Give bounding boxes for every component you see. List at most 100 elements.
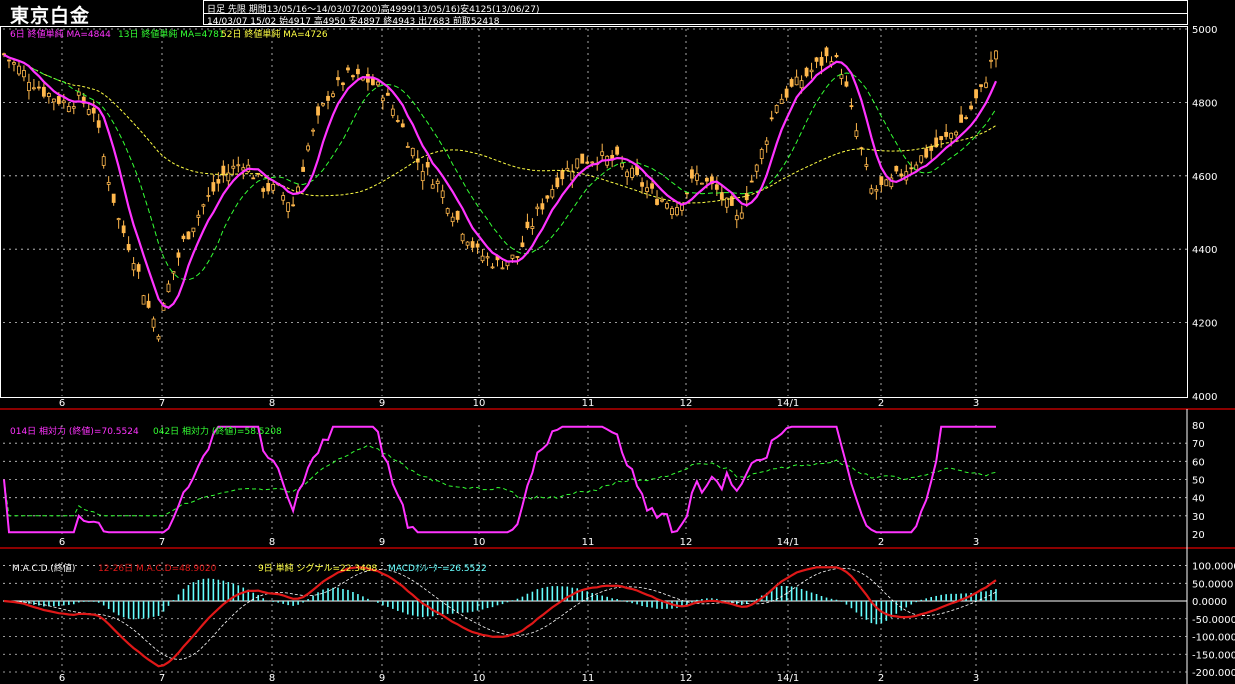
candle-body	[959, 114, 964, 123]
candle-body	[924, 148, 929, 158]
candle-body	[665, 203, 669, 209]
candle-body	[17, 65, 21, 75]
candle-body	[734, 215, 739, 221]
candle-body	[375, 81, 380, 86]
rsi42-line	[3, 444, 997, 517]
rsi14-line	[3, 425, 996, 534]
candle-body	[450, 216, 455, 223]
candle-body	[196, 214, 201, 218]
candle-body	[166, 283, 171, 293]
candle-body	[974, 89, 978, 99]
candle-body	[764, 140, 769, 145]
candle-body	[625, 171, 630, 177]
macd-y-tick: 100.0000	[1192, 562, 1235, 573]
candle-body	[515, 256, 520, 258]
candle-body	[221, 165, 226, 176]
macd-legend-item: 9日 単純 シグナル=22.3498	[258, 562, 377, 574]
rsi-y-tick: 20	[1192, 530, 1205, 541]
candle-body	[879, 176, 884, 186]
candle-body	[390, 108, 395, 116]
candle-body	[874, 189, 879, 192]
price-x-label: 14/1	[777, 398, 799, 409]
candle-body	[475, 243, 480, 248]
candle-body	[759, 149, 764, 159]
rsi-y-tick: 40	[1192, 494, 1205, 505]
chart-area[interactable]: 5000 4800 4600 4400 4200 4000 6 7 8 9 10 11 12 14/1 2 3…	[0, 26, 1235, 684]
price-y-tick: 4800	[1192, 98, 1217, 109]
price-x-label: 8	[269, 398, 275, 409]
macd-y-tick: -100.0000	[1192, 633, 1235, 644]
candle-body	[525, 221, 530, 229]
candle-body	[106, 182, 111, 185]
macd-x-label: 9	[379, 673, 385, 684]
candle-body	[301, 166, 305, 172]
macd-x-label: 2	[878, 673, 884, 684]
macd-x-label: 6	[59, 673, 65, 684]
price-x-label: 3	[973, 398, 979, 409]
candle-body	[306, 145, 310, 151]
candle-body	[111, 193, 116, 203]
candle-body	[590, 161, 595, 164]
candle-body	[36, 86, 41, 89]
candle-body	[640, 182, 644, 187]
candle-body	[32, 87, 36, 90]
price-legend-item: 6日 終値単純 MA=4844	[10, 28, 111, 40]
candle-body	[241, 167, 246, 171]
candle-body	[191, 227, 196, 233]
candle-body	[839, 74, 844, 79]
candle-body	[899, 173, 904, 177]
candle-body	[859, 147, 864, 150]
candle-body	[281, 195, 286, 201]
candle-body	[440, 190, 445, 198]
candle-body	[834, 55, 839, 58]
candle-body	[27, 81, 31, 92]
price-legend-item: 13日 終値単純 MA=4781	[118, 28, 225, 40]
rsi-x-label: 10	[473, 537, 486, 548]
candle-body	[729, 196, 734, 206]
candle-body	[51, 98, 56, 103]
macd-y-tick: -150.0000	[1192, 650, 1235, 661]
candle-body	[201, 204, 206, 207]
candle-body	[799, 80, 804, 89]
candle-body	[600, 151, 605, 156]
candle-body	[336, 77, 340, 81]
header: 東京白金 日足 先限 期間13/05/16～14/03/07(200)高4999…	[0, 0, 1235, 27]
candle-body	[565, 167, 570, 171]
candle-body	[470, 241, 475, 248]
candle-body	[984, 82, 988, 88]
candle-body	[585, 161, 590, 164]
candle-body	[774, 105, 779, 113]
candle-body	[455, 210, 460, 220]
candle-body	[356, 68, 360, 75]
candle-body	[655, 198, 659, 205]
candle-body	[405, 146, 410, 148]
price-x-label: 6	[59, 398, 65, 409]
candle-body	[490, 266, 495, 269]
candle-body	[824, 47, 829, 57]
price-x-label: 10	[473, 398, 486, 409]
candle-body	[385, 92, 390, 96]
candle-body	[12, 62, 16, 65]
price-y-tick: 4200	[1192, 319, 1217, 330]
price-x-label: 2	[878, 398, 884, 409]
candle-body	[545, 195, 550, 199]
price-x-label: 12	[680, 398, 693, 409]
candle-body	[949, 132, 954, 139]
candle-body	[520, 242, 525, 247]
candle-body	[714, 184, 719, 190]
candle-body	[420, 171, 425, 182]
macd-legend-item: MACDｵｼﾚｰﾀｰ=26.5522	[388, 563, 487, 574]
rsi-legend-item: 014日 相対力 (終値)=70.5524	[10, 425, 139, 437]
candle-body	[346, 67, 350, 71]
candle-body	[954, 131, 959, 136]
candle-body	[864, 164, 869, 167]
candle-body	[620, 162, 625, 168]
candle-body	[784, 88, 789, 98]
ma52-line	[3, 54, 997, 204]
candle-body	[206, 195, 211, 197]
candle-body	[146, 300, 151, 308]
rsi-x-label: 6	[59, 537, 65, 548]
candle-body	[460, 233, 465, 242]
candle-body	[410, 147, 415, 157]
rsi-y-tick: 70	[1192, 439, 1205, 450]
